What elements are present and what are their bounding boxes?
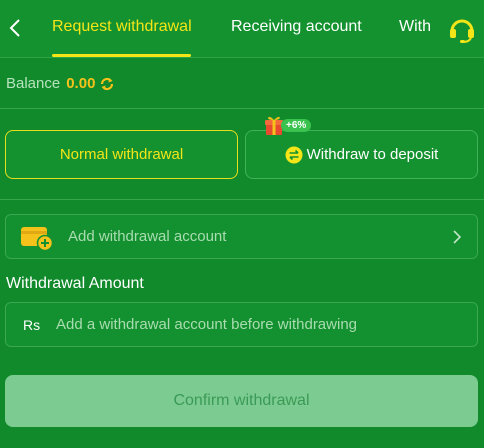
withdrawal-amount-field: Rs — [5, 302, 478, 347]
refresh-icon[interactable] — [99, 76, 115, 92]
active-tab-indicator — [52, 54, 191, 57]
currency-symbol: Rs — [23, 317, 41, 333]
withdrawal-page: Request withdrawal Receiving account Wit… — [0, 0, 484, 448]
divider — [0, 199, 484, 200]
withdraw-to-deposit-label: Withdraw to deposit — [306, 146, 439, 163]
tab-receiving-account[interactable]: Receiving account — [231, 18, 362, 36]
bonus-badge: +6% — [281, 119, 312, 132]
withdraw-to-deposit-button[interactable]: Withdraw to deposit — [245, 130, 478, 179]
balance-value: 0.00 — [66, 75, 96, 92]
headset-icon[interactable] — [447, 14, 477, 44]
chevron-right-icon — [451, 229, 463, 245]
add-withdrawal-account-row[interactable]: Add withdrawal account — [5, 214, 478, 259]
tab-withdrawal-records[interactable]: With — [399, 18, 431, 36]
swap-icon — [285, 146, 303, 164]
normal-withdrawal-button[interactable]: Normal withdrawal — [5, 130, 238, 179]
balance-label: Balance — [6, 75, 61, 92]
withdrawal-amount-title: Withdrawal Amount — [6, 275, 144, 292]
wallet-add-icon — [20, 224, 54, 252]
normal-withdrawal-label: Normal withdrawal — [59, 146, 184, 163]
balance-row: Balance 0.00 — [6, 75, 115, 92]
divider — [0, 108, 484, 109]
chevron-left-icon[interactable] — [6, 15, 24, 41]
add-withdrawal-account-label: Add withdrawal account — [68, 228, 227, 245]
confirm-withdrawal-button[interactable]: Confirm withdrawal — [5, 375, 478, 427]
top-nav: Request withdrawal Receiving account Wit… — [0, 0, 484, 58]
tab-request-withdrawal[interactable]: Request withdrawal — [52, 18, 192, 36]
withdrawal-amount-input[interactable] — [56, 303, 466, 346]
